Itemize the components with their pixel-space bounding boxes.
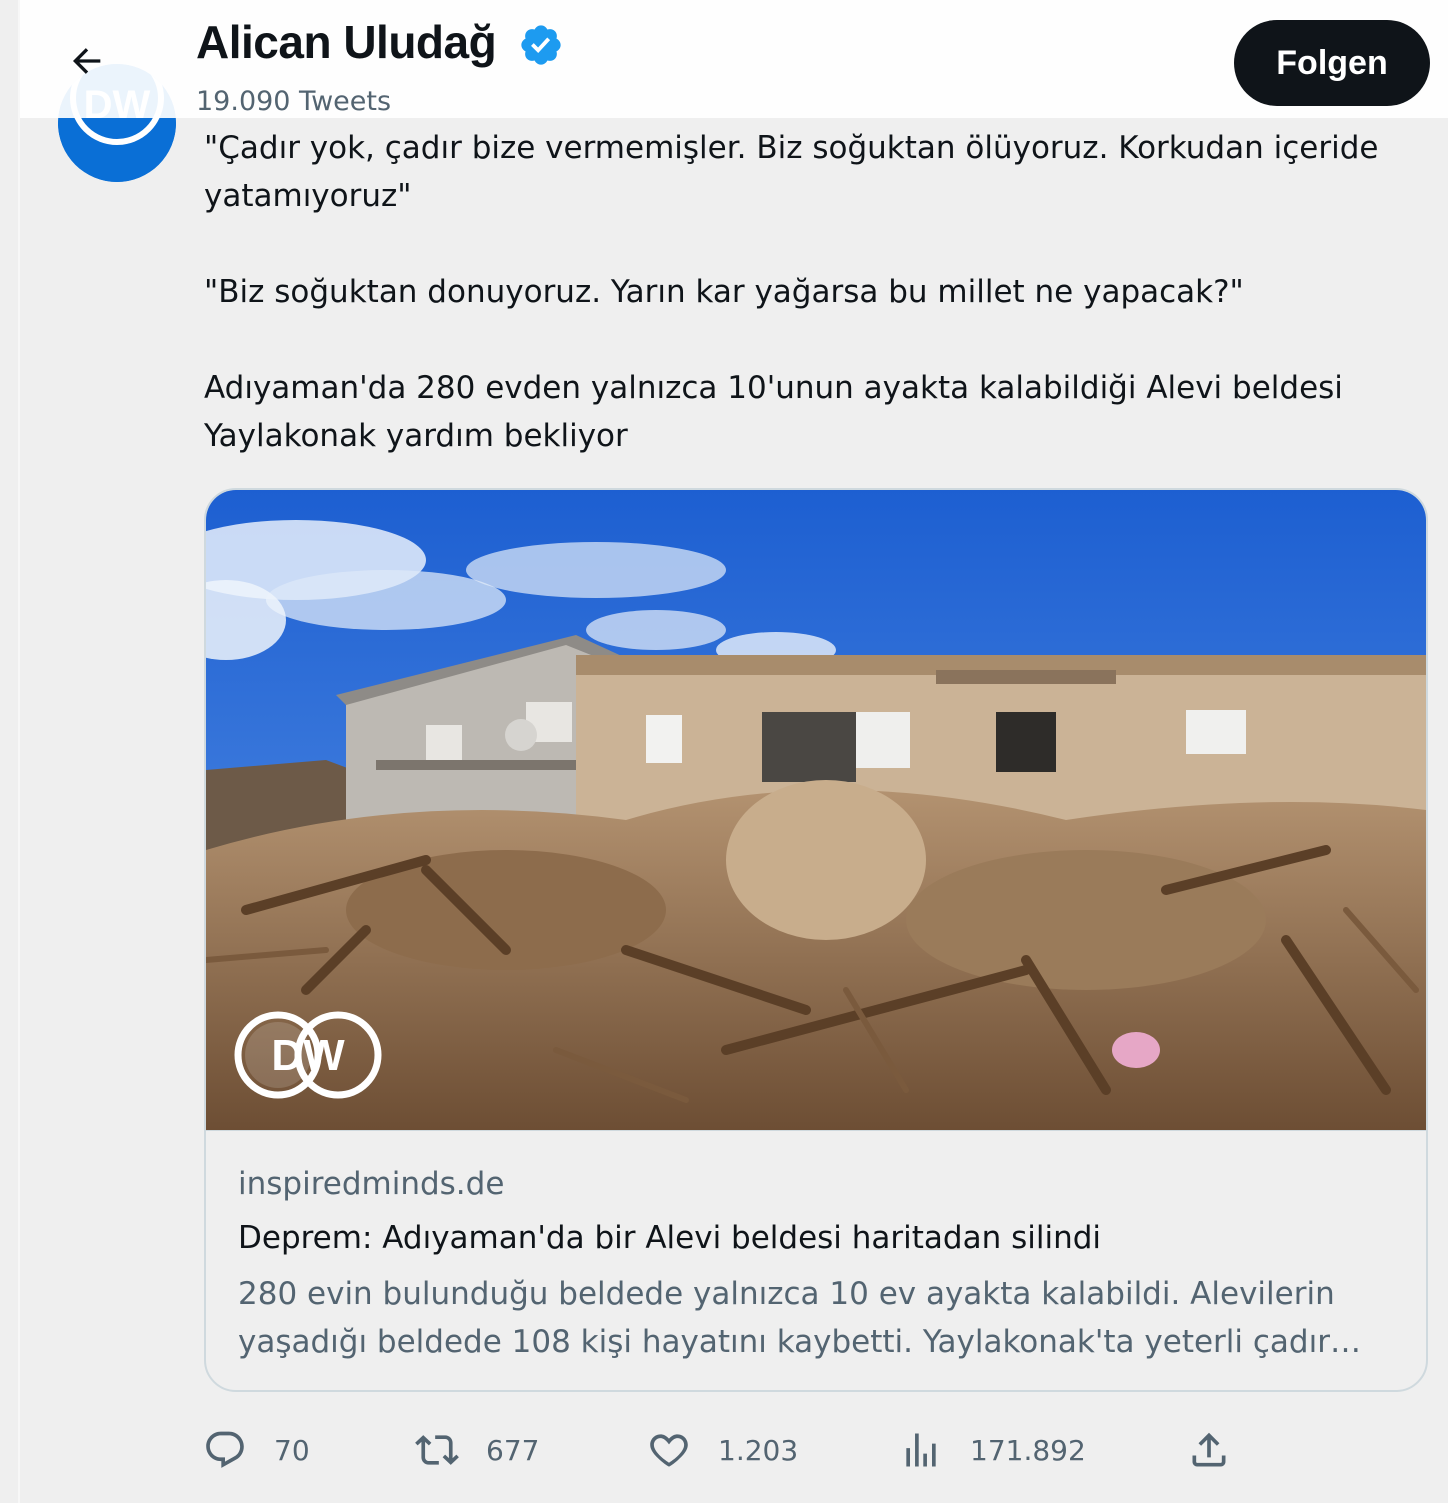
card-description: 280 evin bulunduğu beldede yalnızca 10 e… [238, 1276, 1335, 1360]
link-card[interactable]: DW inspiredminds.de Deprem: Adıyaman'da … [204, 488, 1428, 1392]
retweet-button[interactable]: 677 [414, 1420, 539, 1480]
share-icon [1186, 1427, 1232, 1473]
tweet-paragraph: Adıyaman'da 280 evden yalnızca 10'unun a… [204, 370, 1353, 454]
display-name: Alican Uludağ [196, 16, 497, 68]
tweet-text: "Çadır yok, çadır bize vermemişler. Biz … [204, 124, 1424, 460]
views-icon [898, 1427, 944, 1473]
card-divider [206, 1130, 1426, 1131]
arrow-left-icon [73, 48, 101, 74]
column-border [18, 0, 20, 1503]
card-title: Deprem: Adıyaman'da bir Alevi beldesi ha… [238, 1220, 1102, 1256]
tweet-count: 19.090 Tweets [196, 86, 392, 117]
tweet-paragraph: "Biz soğuktan donuyoruz. Yarın kar yağar… [204, 274, 1244, 310]
like-count: 1.203 [718, 1433, 799, 1467]
follow-button[interactable]: Folgen [1234, 20, 1430, 106]
card-image[interactable]: DW [206, 490, 1426, 1130]
card-domain: inspiredminds.de [238, 1166, 505, 1202]
svg-text:DW: DW [271, 1031, 345, 1080]
tweet-page: DW Alican Uludağ 19.090 Tweets Folgen "Ç… [0, 0, 1448, 1503]
retweet-count: 677 [486, 1433, 540, 1467]
tweet-paragraph: "Çadır yok, çadır bize vermemişler. Biz … [204, 130, 1389, 214]
reply-icon [202, 1427, 248, 1473]
verified-badge-icon[interactable] [518, 22, 564, 68]
views-button[interactable]: 171.892 [898, 1420, 1086, 1480]
like-button[interactable]: 1.203 [646, 1420, 798, 1480]
heart-icon [646, 1427, 692, 1473]
reply-count: 70 [274, 1433, 310, 1467]
back-button[interactable] [64, 38, 110, 84]
profile-header: Alican Uludağ 19.090 Tweets Folgen [20, 0, 1448, 118]
views-count: 171.892 [970, 1433, 1086, 1467]
share-button[interactable] [1186, 1420, 1232, 1480]
reply-button[interactable]: 70 [202, 1420, 310, 1480]
retweet-icon [414, 1427, 460, 1473]
